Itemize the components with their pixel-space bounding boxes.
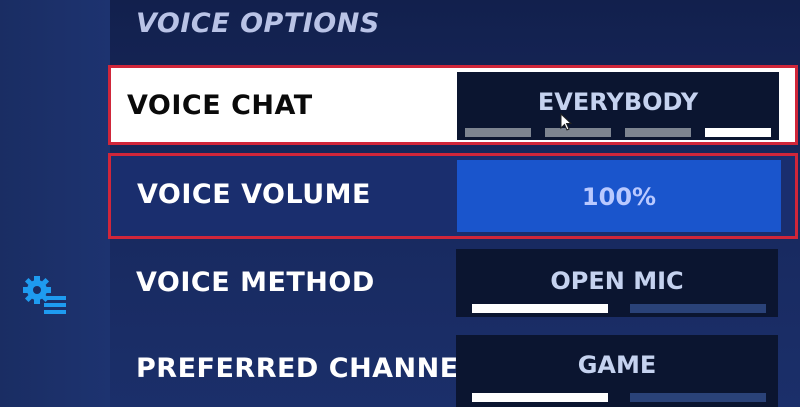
- preferred-channel-selector[interactable]: GAME: [456, 335, 778, 407]
- preferred-channel-value: GAME: [577, 351, 657, 379]
- option-indicator: [630, 304, 766, 313]
- voice-volume-value: 100%: [581, 183, 657, 211]
- voice-method-row[interactable]: VOICE METHOD OPEN MIC: [108, 247, 798, 319]
- option-indicator-selected: [472, 304, 608, 313]
- voice-chat-value: EVERYBODY: [537, 88, 699, 116]
- settings-gear-list-icon[interactable]: [22, 274, 68, 314]
- voice-chat-selector[interactable]: EVERYBODY: [457, 72, 779, 140]
- option-indicator-selected: [705, 128, 771, 137]
- voice-method-value: OPEN MIC: [550, 267, 684, 295]
- sidebar: [0, 0, 110, 407]
- option-indicator: [630, 393, 766, 402]
- mouse-cursor-icon: [560, 113, 573, 131]
- option-indicator-selected: [472, 393, 608, 402]
- section-title: VOICE OPTIONS: [136, 8, 380, 39]
- voice-volume-slider[interactable]: 100%: [457, 160, 781, 232]
- option-indicator: [625, 128, 691, 137]
- voice-volume-row[interactable]: VOICE VOLUME 100%: [108, 153, 798, 239]
- option-indicator: [465, 128, 531, 137]
- voice-chat-row[interactable]: VOICE CHAT EVERYBODY: [108, 65, 798, 145]
- preferred-channel-row[interactable]: PREFERRED CHANNEL GAME: [108, 335, 798, 407]
- option-indicator: [545, 128, 611, 137]
- preferred-channel-label: PREFERRED CHANNEL: [136, 353, 477, 384]
- voice-chat-label: VOICE CHAT: [127, 90, 313, 121]
- voice-volume-label: VOICE VOLUME: [137, 179, 371, 210]
- voice-method-selector[interactable]: OPEN MIC: [456, 249, 778, 317]
- voice-method-label: VOICE METHOD: [136, 267, 375, 298]
